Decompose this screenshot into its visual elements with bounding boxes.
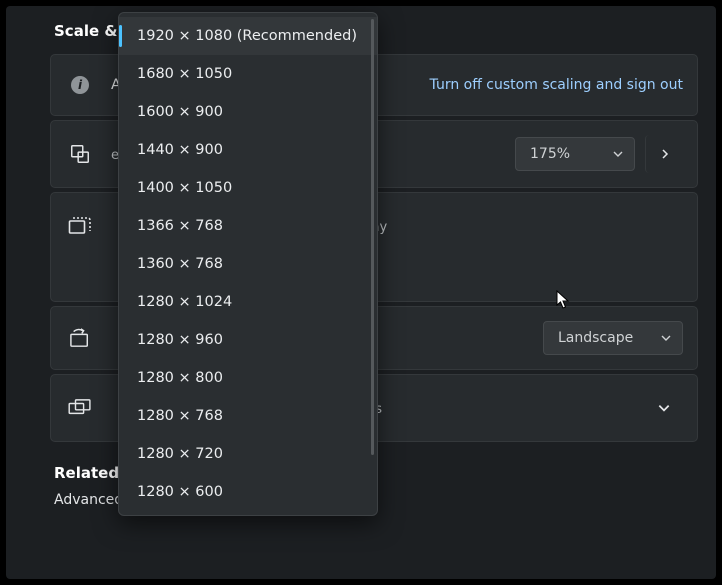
resolution-option[interactable]: 1400 × 1050 [119,169,377,207]
multiple-displays-expand[interactable] [645,389,683,427]
resolution-option[interactable]: 1440 × 900 [119,131,377,169]
multiple-displays-icon [65,399,95,417]
scale-icon [65,143,95,165]
resolution-option[interactable]: 1600 × 900 [119,93,377,131]
info-icon: i [65,76,95,94]
scale-combo[interactable]: 175% [515,137,635,171]
resolution-option[interactable]: 1280 × 720 [119,435,377,473]
turn-off-custom-scaling-link[interactable]: Turn off custom scaling and sign out [430,77,683,93]
orientation-combo[interactable]: Landscape [543,321,683,355]
resolution-option[interactable]: 1280 × 768 [119,397,377,435]
resolution-option[interactable]: 1920 × 1080 (Recommended) [119,17,377,55]
resolution-option[interactable]: 1280 × 800 [119,359,377,397]
scale-expand-button[interactable] [645,135,683,173]
resolution-option[interactable]: 1360 × 768 [119,245,377,283]
chevron-down-icon [612,148,624,160]
resolution-option[interactable]: 1280 × 1024 [119,283,377,321]
chevron-down-icon [660,332,672,344]
resolution-option[interactable]: 1280 × 600 [119,473,377,511]
resolution-dropdown[interactable]: 1920 × 1080 (Recommended)1680 × 10501600… [118,12,378,516]
multiple-subtext-fragment: splays [341,402,635,417]
resolution-option[interactable]: 1280 × 960 [119,321,377,359]
resolution-icon [65,217,95,237]
orientation-combo-value: Landscape [558,330,633,346]
resolution-option[interactable]: 1366 × 768 [119,207,377,245]
dropdown-scrollbar[interactable] [371,19,374,455]
scale-combo-value: 175% [530,146,570,162]
resolution-option[interactable]: 1680 × 1050 [119,55,377,93]
orientation-icon [65,328,95,348]
resolution-subtext-fragment: display [341,220,683,235]
